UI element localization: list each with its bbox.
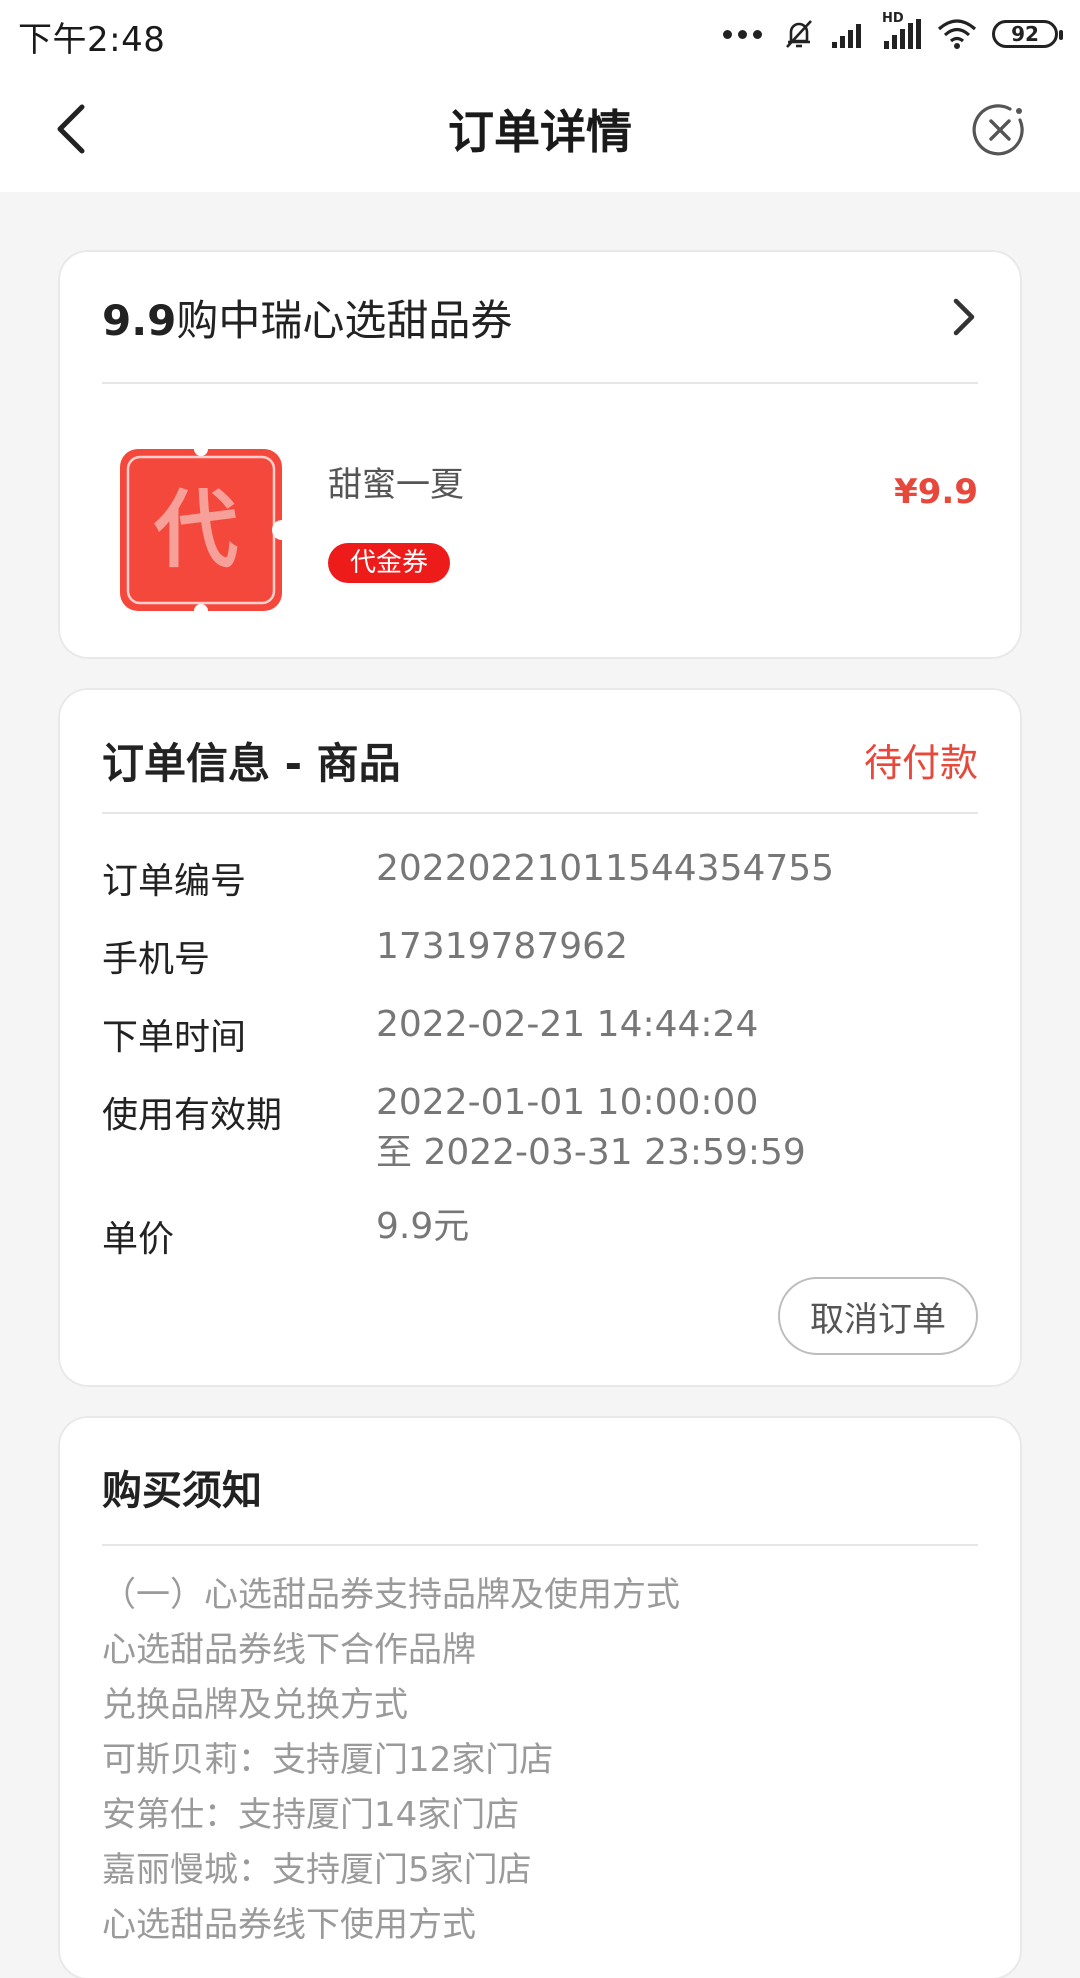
status-time: 下午2:48: [18, 20, 166, 60]
info-label: 单价: [102, 1219, 175, 1260]
item-price: ¥9.9: [894, 472, 978, 512]
divider: [102, 1544, 978, 1546]
order-info-card: 订单信息 - 商品 待付款 订单编号 20220221011544354755 …: [60, 690, 1020, 1385]
notice-line: 心选甜品券线下合作品牌: [102, 1630, 476, 1670]
order-status-badge: 待付款: [863, 741, 978, 785]
info-label: 手机号: [102, 939, 211, 980]
bell-off-icon: [786, 20, 812, 48]
notice-title: 购买须知: [102, 1468, 262, 1514]
info-value: 17319787962: [376, 926, 628, 967]
info-label: 下单时间: [102, 1017, 247, 1058]
info-value: 2022-01-01 10:00:00: [376, 1082, 759, 1123]
info-value: 20220221011544354755: [376, 848, 835, 889]
item-name: 甜蜜一夏: [328, 465, 464, 505]
info-value: 9.9元: [376, 1206, 470, 1247]
page-title: 订单详情: [448, 105, 632, 159]
divider: [102, 812, 978, 814]
cancel-order-button[interactable]: 取消订单: [778, 1277, 978, 1355]
product-title-number: 9.9: [102, 295, 177, 345]
notice-list: （一）心选甜品券支持品牌及使用方式 心选甜品券线下合作品牌 兑换品牌及兑换方式 …: [102, 1568, 978, 1953]
battery-icon: 92: [992, 20, 1063, 48]
info-value-end: 至 2022-03-31 23:59:59: [376, 1132, 806, 1173]
notice-line: 嘉丽慢城：支持厦门5家门店: [102, 1850, 532, 1890]
status-icons: HD 92: [723, 11, 1063, 54]
close-button[interactable]: [970, 100, 1030, 160]
info-value: 2022-02-21 14:44:24: [376, 1004, 759, 1045]
product-card: 9.9购中瑞心选甜品券 代 甜蜜一夏 代金券 ¥9.9: [60, 252, 1020, 657]
signal-icon: [832, 24, 861, 48]
battery-level: 92: [1011, 22, 1039, 46]
chevron-right-icon: [953, 298, 975, 336]
notice-line: 兑换品牌及兑换方式: [102, 1685, 408, 1725]
product-title: 9.9购中瑞心选甜品券: [102, 287, 512, 348]
coupon-tag: 代金券: [328, 543, 451, 583]
notice-line: 心选甜品券线下使用方式: [102, 1905, 476, 1945]
wifi-icon: [937, 19, 977, 49]
coupon-image: 代: [118, 442, 292, 618]
notice-line: （一）心选甜品券支持品牌及使用方式: [102, 1575, 680, 1615]
close-circle-icon: [972, 104, 1024, 156]
notice-line: 安第仕：支持厦门14家门店: [102, 1795, 520, 1835]
order-section-title: 订单信息 - 商品: [102, 739, 401, 788]
more-dots-icon: [723, 29, 762, 39]
status-bar: 下午2:48 HD 92: [0, 0, 1080, 66]
info-label: 订单编号: [102, 861, 247, 902]
divider: [102, 382, 978, 384]
notice-line: 可斯贝莉：支持厦门12家门店: [102, 1740, 554, 1780]
product-link[interactable]: 9.9购中瑞心选甜品券: [102, 252, 978, 382]
nav-bar: 订单详情: [0, 66, 1080, 192]
info-label: 使用有效期: [102, 1095, 283, 1136]
hd-signal-icon: HD: [882, 11, 922, 51]
purchase-notice-card: 购买须知 （一）心选甜品券支持品牌及使用方式 心选甜品券线下合作品牌 兑换品牌及…: [60, 1418, 1020, 1978]
product-title-text: 购中瑞心选甜品券: [176, 295, 513, 345]
coupon-char: 代: [153, 481, 238, 579]
